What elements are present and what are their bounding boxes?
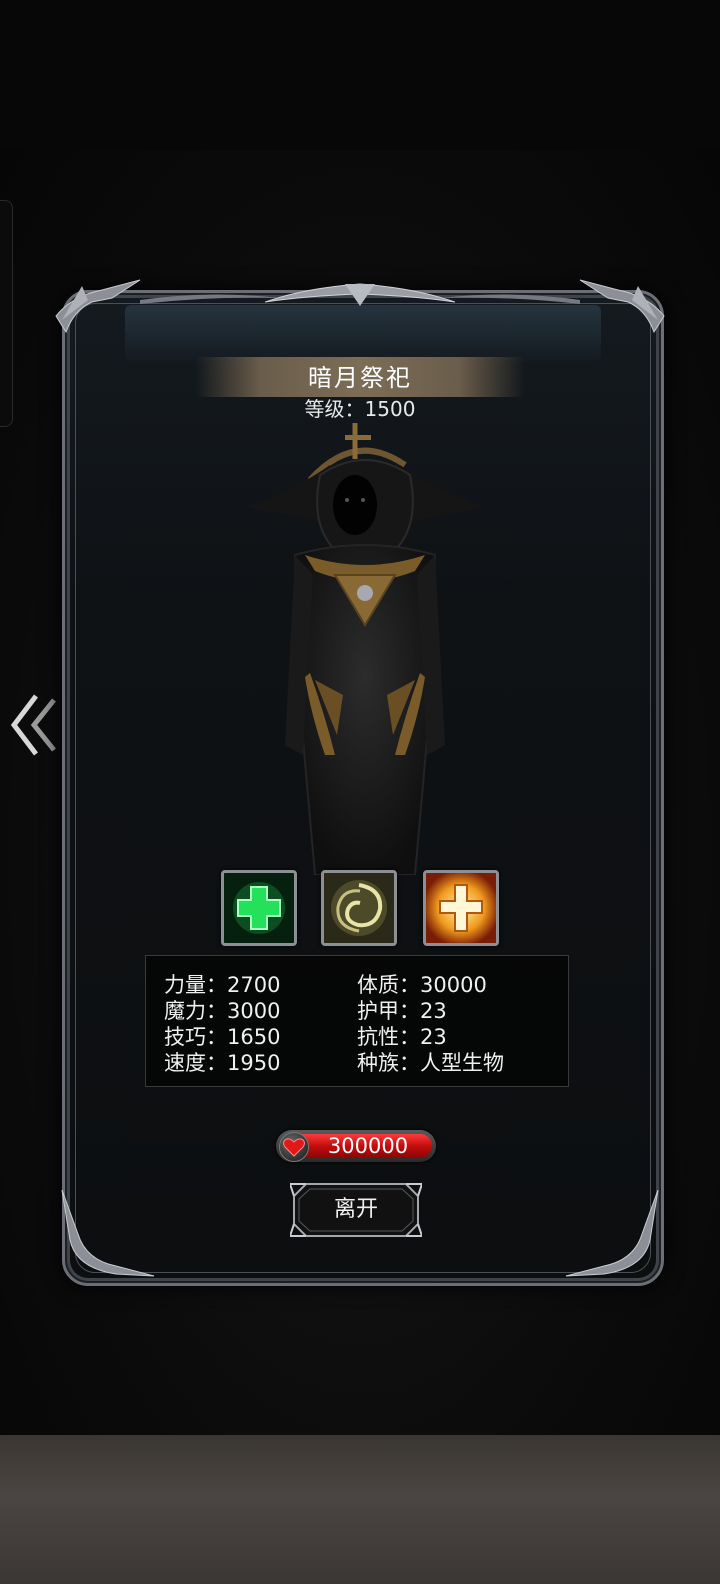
skill-slot-1[interactable] (221, 870, 297, 946)
stat-race: 种族：人型生物 (357, 1051, 504, 1075)
golden-cross-shield-icon (426, 873, 496, 943)
floor-band (0, 1435, 720, 1584)
double-chevron-left-icon[interactable] (8, 690, 62, 760)
stat-skill: 技巧：1650 (164, 1025, 281, 1049)
top-edge-ornament-left (140, 294, 280, 304)
hooded-priest-monster-image (245, 423, 485, 875)
corner-ornament-bottom-left (61, 1190, 155, 1277)
leave-button[interactable]: 离开 (290, 1180, 422, 1240)
hp-value: 300000 (327, 1134, 409, 1158)
side-tab[interactable] (0, 200, 13, 427)
leave-button-label: 离开 (333, 1197, 378, 1222)
stat-resistance: 抗性：23 (357, 1025, 447, 1049)
swirl-vortex-icon (324, 873, 394, 943)
top-center-ornament (265, 283, 455, 306)
corner-ornament-bottom-right (565, 1190, 659, 1277)
skill-slot-2[interactable] (321, 870, 397, 946)
green-cross-heal-icon (224, 873, 294, 943)
corner-ornament-top-right (579, 279, 665, 334)
stat-magic: 魔力：3000 (164, 999, 281, 1023)
top-dark-band (0, 0, 720, 150)
skill-slot-3[interactable] (423, 870, 499, 946)
stat-armor: 护甲：23 (357, 999, 447, 1023)
stat-speed: 速度：1950 (164, 1051, 281, 1075)
top-edge-ornament-right (440, 294, 580, 304)
game-screen: 暗月祭祀 等级：1500 力量：2700 魔力：3000 技巧：1650 速度：… (0, 0, 720, 1584)
stat-strength: 力量：2700 (164, 973, 281, 997)
panel-header-glow (125, 305, 601, 361)
monster-name: 暗月祭祀 (308, 364, 412, 392)
stat-constitution: 体质：30000 (357, 973, 487, 997)
corner-ornament-top-left (55, 279, 141, 334)
